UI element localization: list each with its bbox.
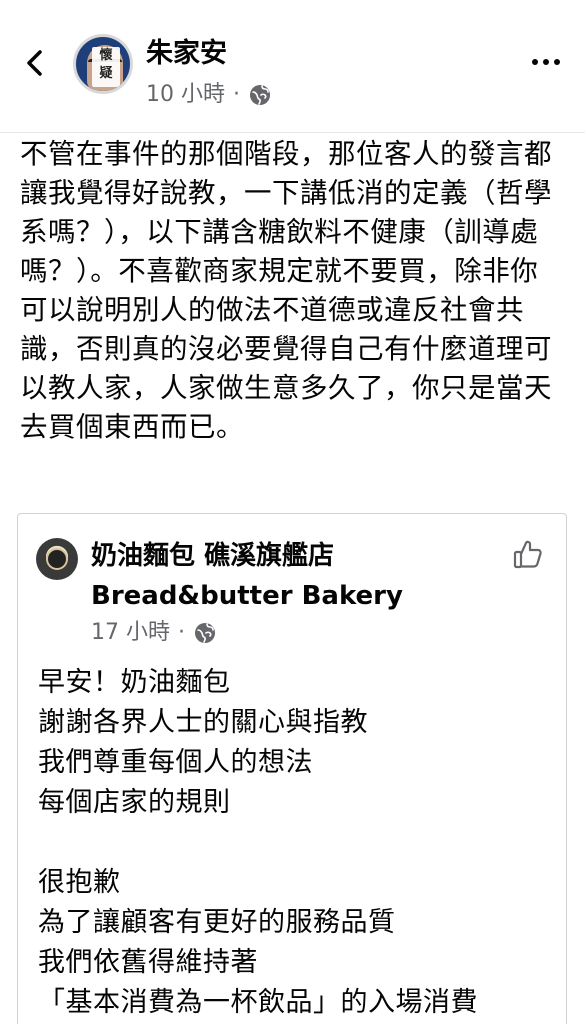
- like-page-button[interactable]: [512, 538, 544, 570]
- globe-icon: [250, 85, 270, 105]
- shared-meta-dot: ·: [178, 620, 185, 645]
- meta-dot: ·: [233, 82, 240, 107]
- more-horizontal-icon: [532, 59, 560, 65]
- author-avatar[interactable]: 懷 疑: [73, 34, 133, 94]
- shared-page-name[interactable]: 奶油麵包 礁溪旗艦店 Bread&butter Bakery: [91, 536, 511, 616]
- shared-timestamp[interactable]: 17 小時: [91, 617, 170, 649]
- chevron-left-icon: [27, 50, 42, 76]
- post-text: 不管在事件的那個階段，那位客人的發言都讓我覺得好說教，一下講低消的定義（哲學系嗎…: [20, 138, 552, 443]
- shared-post-card[interactable]: 奶油麵包 礁溪旗艦店 Bread&butter Bakery 17 小時 · 早…: [17, 513, 567, 1024]
- back-button[interactable]: [18, 46, 52, 80]
- shared-post-meta: 17 小時 ·: [91, 617, 217, 649]
- author-name[interactable]: 朱家安: [146, 36, 227, 72]
- shared-post-text: 早安！奶油麵包 謝謝各界人士的關心與指教 我們尊重每個人的想法 每個店家的規則 …: [38, 667, 478, 1018]
- globe-icon: [195, 623, 215, 643]
- more-options-button[interactable]: [529, 52, 563, 72]
- avatar-badge-text: 懷 疑: [92, 47, 120, 87]
- post-page: 懷 疑 朱家安 10 小時 · 不管在事件的那個階段，那位客人的發言都讓我覺得好…: [0, 0, 585, 1024]
- shared-avatar-emblem: [46, 548, 68, 570]
- post-meta: 10 小時 ·: [146, 79, 272, 111]
- post-header: 懷 疑 朱家安 10 小時 ·: [0, 0, 585, 133]
- thumbs-up-icon: [513, 540, 542, 569]
- post-timestamp[interactable]: 10 小時: [146, 79, 225, 111]
- shared-page-avatar[interactable]: [36, 538, 78, 580]
